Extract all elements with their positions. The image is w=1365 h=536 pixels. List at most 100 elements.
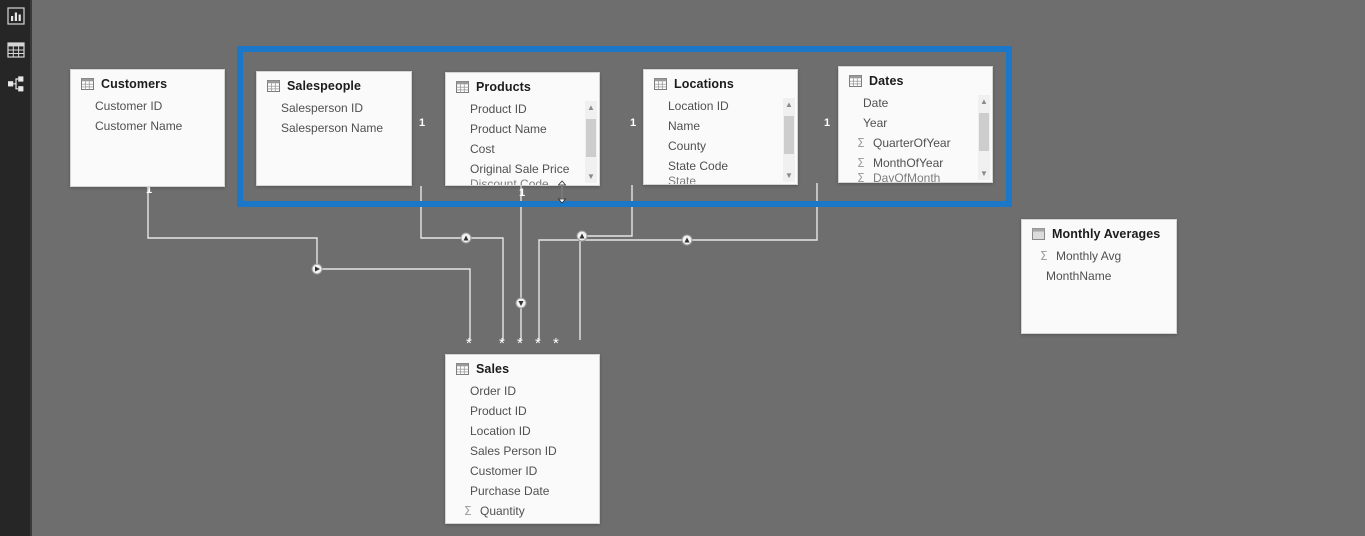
field-label: Customer ID	[470, 464, 538, 478]
measure-sigma-icon: Σ	[857, 173, 865, 182]
rail-button-data-view[interactable]	[5, 39, 27, 61]
model-canvas[interactable]: Customers Customer ID Customer Name Sale…	[32, 0, 1365, 536]
cardinality-label-locations-many: *	[535, 335, 541, 352]
table-card-dates[interactable]: Dates Date Year Σ QuarterOfYear Σ MonthO…	[838, 66, 993, 183]
table-grid-icon	[456, 81, 469, 93]
field-row[interactable]: Discount Code	[446, 179, 599, 186]
scrollbar-thumb[interactable]	[586, 119, 596, 157]
field-label: County	[668, 139, 707, 153]
field-row[interactable]: MonthName	[1022, 266, 1176, 286]
field-label: Customer ID	[95, 99, 163, 113]
card-scrollbar[interactable]: ▲ ▼	[783, 98, 795, 182]
field-row[interactable]: Purchase Date	[446, 481, 599, 501]
measure-sigma-icon: Σ	[1040, 249, 1048, 263]
table-title: Monthly Averages	[1052, 227, 1161, 241]
field-label: State Code	[668, 159, 729, 173]
table-card-monthly-averages[interactable]: Monthly Averages Σ Monthly Avg MonthName	[1021, 219, 1177, 334]
scroll-up-arrow-icon[interactable]: ▲	[783, 98, 795, 111]
field-row[interactable]: Cost	[446, 139, 599, 159]
field-row[interactable]: Customer ID	[446, 461, 599, 481]
table-card-sales[interactable]: Sales Order ID Product ID Location ID Sa…	[445, 354, 600, 524]
scroll-down-arrow-icon[interactable]: ▼	[978, 167, 990, 180]
field-label: Location ID	[668, 99, 729, 113]
table-title: Dates	[869, 74, 904, 88]
table-grid-icon	[456, 363, 469, 375]
field-row[interactable]: Location ID	[644, 96, 797, 116]
field-row[interactable]: State Code	[644, 156, 797, 176]
table-grid-icon	[81, 78, 94, 90]
relationship-line-salespeople-sales	[420, 186, 504, 340]
field-row[interactable]: Product Name	[446, 119, 599, 139]
cardinality-label-salespeople-one: 1	[419, 117, 426, 129]
scroll-up-arrow-icon[interactable]: ▲	[585, 101, 597, 114]
table-card-customers[interactable]: Customers Customer ID Customer Name	[70, 69, 225, 187]
field-label: Monthly Avg	[1056, 249, 1122, 263]
field-row[interactable]: Σ Monthly Avg	[1022, 246, 1176, 266]
table-card-salespeople[interactable]: Salespeople Salesperson ID Salesperson N…	[256, 71, 412, 186]
left-navigation-rail	[0, 0, 32, 536]
field-label: Discount Code	[470, 179, 549, 186]
scroll-down-arrow-icon[interactable]: ▼	[585, 170, 597, 183]
scrollbar-thumb[interactable]	[979, 113, 989, 151]
field-row[interactable]: Location ID	[446, 421, 599, 441]
field-row[interactable]: State	[644, 176, 797, 185]
field-row[interactable]: Date	[839, 93, 992, 113]
field-row[interactable]: Original Sale Price	[446, 159, 599, 179]
table-card-locations[interactable]: Locations Location ID Name County State …	[643, 69, 798, 185]
field-row[interactable]: Product ID	[446, 99, 599, 119]
rail-button-report-view[interactable]	[5, 5, 27, 27]
field-row[interactable]: County	[644, 136, 797, 156]
field-row[interactable]: Σ QuarterOfYear	[839, 133, 992, 153]
field-row[interactable]: Salesperson ID	[257, 98, 411, 118]
table-title: Sales	[476, 362, 510, 376]
field-row[interactable]: Name	[644, 116, 797, 136]
field-label: Order ID	[470, 384, 517, 398]
field-label: MonthName	[1046, 269, 1112, 283]
scroll-down-arrow-icon[interactable]: ▼	[783, 169, 795, 182]
field-list: Product ID Product Name Cost Original Sa…	[446, 96, 599, 186]
field-label: Year	[863, 116, 888, 130]
table-grid-icon	[267, 80, 280, 92]
field-list: Date Year Σ QuarterOfYear Σ MonthOfYear …	[839, 90, 992, 182]
card-scrollbar[interactable]: ▲ ▼	[978, 95, 990, 180]
cardinality-label-dates-one: 1	[824, 117, 831, 129]
field-row[interactable]: Customer ID	[71, 96, 224, 116]
card-header: Locations	[644, 70, 797, 93]
cardinality-label-products-many: *	[517, 335, 523, 352]
field-label: Salesperson ID	[281, 101, 364, 115]
field-row[interactable]: Sales Person ID	[446, 441, 599, 461]
field-label: Sales Person ID	[470, 444, 557, 458]
card-header: Dates	[839, 67, 992, 90]
field-label: QuarterOfYear	[873, 136, 951, 150]
scrollbar-thumb[interactable]	[784, 116, 794, 154]
field-list: Location ID Name County State Code State	[644, 93, 797, 185]
measure-sigma-icon: Σ	[857, 156, 865, 170]
model-relationship-icon	[7, 75, 25, 93]
field-row[interactable]: Customer Name	[71, 116, 224, 136]
table-grid-icon	[7, 41, 25, 59]
rail-edge-divider	[30, 0, 32, 536]
field-row[interactable]: Product ID	[446, 401, 599, 421]
table-grid-icon	[654, 78, 667, 90]
field-row[interactable]: Salesperson Name	[257, 118, 411, 138]
field-row[interactable]: Order ID	[446, 381, 599, 401]
field-label: Customer Name	[95, 119, 183, 133]
table-title: Salespeople	[287, 79, 362, 93]
table-card-products[interactable]: Products Product ID Product Name Cost Or…	[445, 72, 600, 186]
scroll-up-arrow-icon[interactable]: ▲	[978, 95, 990, 108]
card-scrollbar[interactable]: ▲ ▼	[585, 101, 597, 183]
field-list: Σ Monthly Avg MonthName	[1022, 243, 1176, 286]
field-row[interactable]: Σ DayOfMonth	[839, 173, 992, 182]
field-label: State	[668, 176, 697, 185]
field-row[interactable]: Year	[839, 113, 992, 133]
field-label: Location ID	[470, 424, 531, 438]
field-label: Cost	[470, 142, 495, 156]
measure-sigma-icon: Σ	[857, 136, 865, 150]
field-row[interactable]: Σ Quantity	[446, 501, 599, 521]
field-label: Date	[863, 96, 889, 110]
field-row[interactable]: Σ MonthOfYear	[839, 153, 992, 173]
field-label: Original Sale Price	[470, 162, 570, 176]
cardinality-label-locations-one: 1	[630, 117, 637, 129]
rail-button-model-view[interactable]	[5, 73, 27, 95]
card-header: Products	[446, 73, 599, 96]
